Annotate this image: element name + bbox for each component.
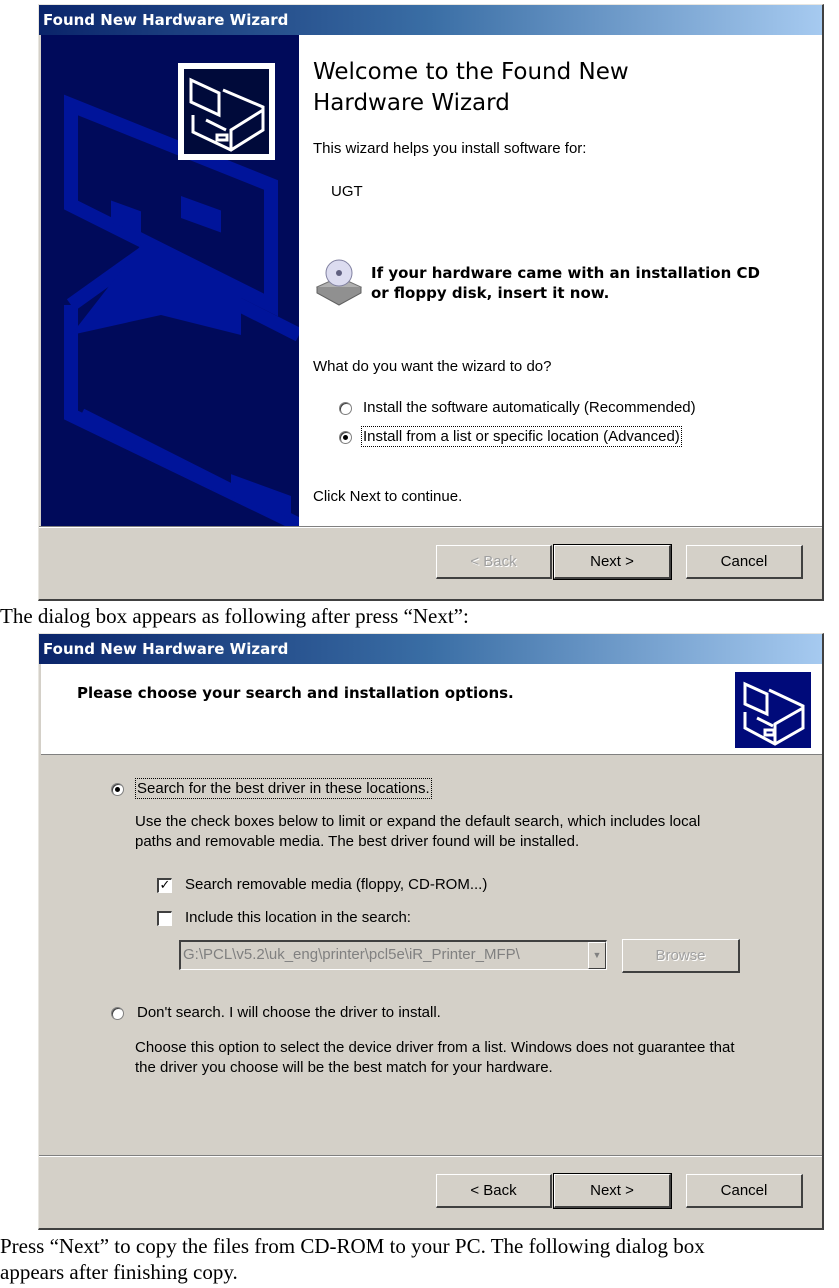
welcome-heading: Welcome to the Found New Hardware Wizard: [313, 57, 629, 119]
browse-button[interactable]: Browse: [622, 939, 740, 973]
checkbox-label: Search removable media (floppy, CD-ROM..…: [185, 876, 488, 893]
cancel-button[interactable]: Cancel: [686, 1174, 803, 1208]
dialog-header: Please choose your search and installati…: [41, 664, 822, 755]
radio-dont-search[interactable]: Don't search. I will choose the driver t…: [111, 1004, 531, 1024]
hardware-banner-illustration: [64, 63, 299, 526]
next-button[interactable]: Next >: [553, 544, 672, 580]
location-value: G:\PCL\v5.2\uk_eng\printer\pcl5e\iR_Prin…: [183, 946, 520, 963]
header-text: Please choose your search and installati…: [77, 684, 514, 702]
checkbox-search-removable-media[interactable]: ✓ Search removable media (floppy, CD-ROM…: [157, 876, 557, 896]
wizard-side-banner: [41, 35, 299, 526]
heading-line: Hardware Wizard: [313, 90, 510, 116]
checkbox-label: Include this location in the search:: [185, 909, 411, 926]
description-line: the driver you choose will be the best m…: [135, 1059, 553, 1076]
caption-copy-files: Press “Next” to copy the files from CD-R…: [0, 1234, 705, 1258]
radio-label: Install from a list or specific location…: [361, 426, 682, 447]
chevron-down-icon[interactable]: ▼: [588, 942, 606, 969]
checkbox-include-location[interactable]: Include this location in the search:: [157, 909, 557, 929]
dont-search-description: Choose this option to select the device …: [135, 1038, 735, 1078]
cancel-button[interactable]: Cancel: [686, 545, 803, 579]
caption-after-next: The dialog box appears as following afte…: [0, 604, 469, 628]
footer-hint: Click Next to continue.: [313, 488, 463, 505]
description-line: Use the check boxes below to limit or ex…: [135, 813, 701, 830]
checkbox-unchecked[interactable]: [157, 911, 172, 926]
radio-button-selected[interactable]: [111, 783, 124, 796]
description-line: paths and removable media. The best driv…: [135, 833, 580, 850]
caption-copy-files-cont: appears after finishing copy.: [0, 1260, 238, 1284]
cd-notice-line: If your hardware came with an installati…: [371, 264, 760, 282]
radio-label: Don't search. I will choose the driver t…: [137, 1004, 441, 1021]
radio-button[interactable]: [111, 1007, 124, 1020]
radio-search-best-driver[interactable]: Search for the best driver in these loca…: [111, 778, 531, 800]
cd-drive-icon: [315, 259, 363, 306]
search-description: Use the check boxes below to limit or ex…: [135, 812, 700, 852]
back-button[interactable]: < Back: [436, 1174, 552, 1208]
question-text: What do you want the wizard to do?: [313, 358, 552, 375]
device-name: UGT: [331, 183, 363, 200]
next-button[interactable]: Next >: [553, 1173, 672, 1209]
welcome-wizard-dialog: Found New Hardware Wizard Welcome to the…: [38, 4, 824, 601]
radio-button-selected[interactable]: [339, 431, 352, 444]
radio-install-from-list[interactable]: Install from a list or specific location…: [339, 426, 759, 448]
dialog-titlebar: Found New Hardware Wizard: [39, 634, 822, 664]
radio-label: Install the software automatically (Reco…: [363, 399, 696, 416]
search-options-dialog: Found New Hardware Wizard Please choose …: [38, 633, 824, 1230]
footer-separator: [39, 526, 822, 528]
radio-install-auto[interactable]: Install the software automatically (Reco…: [339, 399, 759, 419]
location-combobox[interactable]: G:\PCL\v5.2\uk_eng\printer\pcl5e\iR_Prin…: [179, 940, 607, 970]
checkbox-checked[interactable]: ✓: [157, 878, 172, 893]
cd-notice-line: or floppy disk, insert it now.: [371, 284, 610, 302]
footer-separator: [39, 1155, 822, 1157]
hardware-wizard-icon: [178, 63, 275, 160]
heading-line: Welcome to the Found New: [313, 59, 629, 85]
hardware-wizard-icon: [735, 672, 811, 748]
cd-notice: If your hardware came with an installati…: [371, 263, 760, 303]
radio-button[interactable]: [339, 402, 352, 415]
back-button[interactable]: < Back: [436, 545, 552, 579]
intro-text: This wizard helps you install software f…: [313, 140, 587, 157]
dialog-titlebar: Found New Hardware Wizard: [39, 5, 822, 35]
description-line: Choose this option to select the device …: [135, 1039, 735, 1056]
radio-label: Search for the best driver in these loca…: [135, 778, 432, 799]
welcome-content: Welcome to the Found New Hardware Wizard…: [299, 35, 822, 526]
